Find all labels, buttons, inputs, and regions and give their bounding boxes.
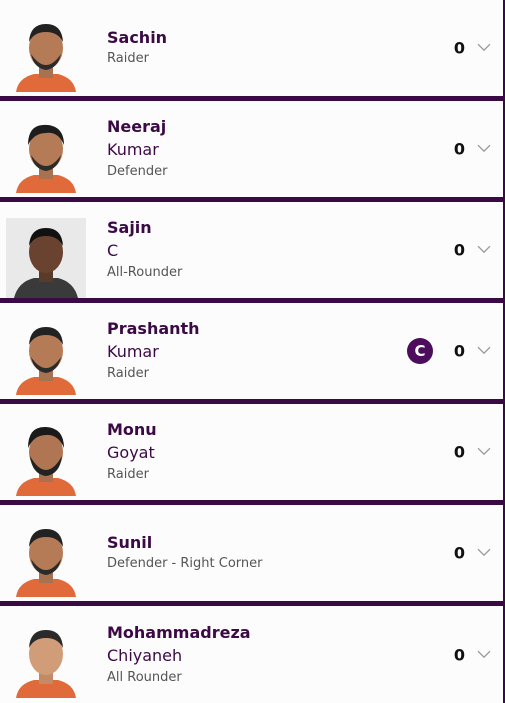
player-first-name: Mohammadreza xyxy=(107,622,251,642)
chevron-down-icon[interactable] xyxy=(477,42,491,52)
chevron-down-icon[interactable] xyxy=(477,345,491,355)
player-photo xyxy=(6,618,86,698)
player-row[interactable]: Mohammadreza Chiyaneh All Rounder 0 xyxy=(0,606,503,703)
player-first-name: Sajin xyxy=(107,218,152,237)
player-photo xyxy=(6,218,86,298)
chevron-down-icon[interactable] xyxy=(477,649,491,659)
player-list: Sachin Raider 0 Neeraj Kumar Defender 0 xyxy=(0,0,505,703)
player-role: All-Rounder xyxy=(107,265,183,280)
player-role: Raider xyxy=(107,366,149,381)
player-role: Raider xyxy=(107,51,149,66)
player-last-name: Goyat xyxy=(107,443,155,462)
player-row[interactable]: Prashanth Kumar Raider C 0 xyxy=(0,303,503,399)
captain-badge: C xyxy=(407,338,433,364)
player-last-name: Kumar xyxy=(107,342,159,361)
player-points: 0 xyxy=(453,645,465,664)
player-first-name: Monu xyxy=(107,420,157,439)
player-first-name: Neeraj xyxy=(107,117,167,136)
player-row[interactable]: Sachin Raider 0 xyxy=(0,0,503,96)
player-last-name: C xyxy=(107,241,119,260)
player-first-name: Prashanth xyxy=(107,319,200,338)
player-role: Defender xyxy=(107,164,168,179)
player-photo xyxy=(6,416,86,496)
player-points: 0 xyxy=(453,341,465,361)
player-role: Defender - Right Corner xyxy=(107,556,263,571)
player-photo xyxy=(6,12,86,92)
player-points: 0 xyxy=(453,442,465,462)
player-last-name: Chiyaneh xyxy=(107,645,183,665)
player-row[interactable]: Sajin C All-Rounder 0 xyxy=(0,202,503,298)
player-first-name: Sunil xyxy=(107,533,153,552)
player-photo xyxy=(6,315,86,395)
chevron-down-icon[interactable] xyxy=(477,143,491,153)
player-points: 0 xyxy=(453,38,465,58)
chevron-down-icon[interactable] xyxy=(477,244,491,254)
player-row[interactable]: Sunil Defender - Right Corner 0 xyxy=(0,505,503,601)
chevron-down-icon[interactable] xyxy=(477,446,491,456)
player-first-name: Sachin xyxy=(107,28,168,47)
player-photo xyxy=(6,517,86,597)
chevron-down-icon[interactable] xyxy=(477,547,491,557)
player-points: 0 xyxy=(453,139,465,159)
player-last-name: Kumar xyxy=(107,140,159,159)
player-role: Raider xyxy=(107,467,149,482)
player-photo xyxy=(6,113,86,193)
player-row[interactable]: Neeraj Kumar Defender 0 xyxy=(0,101,503,197)
player-role: All Rounder xyxy=(107,669,182,685)
player-row[interactable]: Monu Goyat Raider 0 xyxy=(0,404,503,500)
player-points: 0 xyxy=(453,543,465,563)
player-points: 0 xyxy=(453,240,465,260)
